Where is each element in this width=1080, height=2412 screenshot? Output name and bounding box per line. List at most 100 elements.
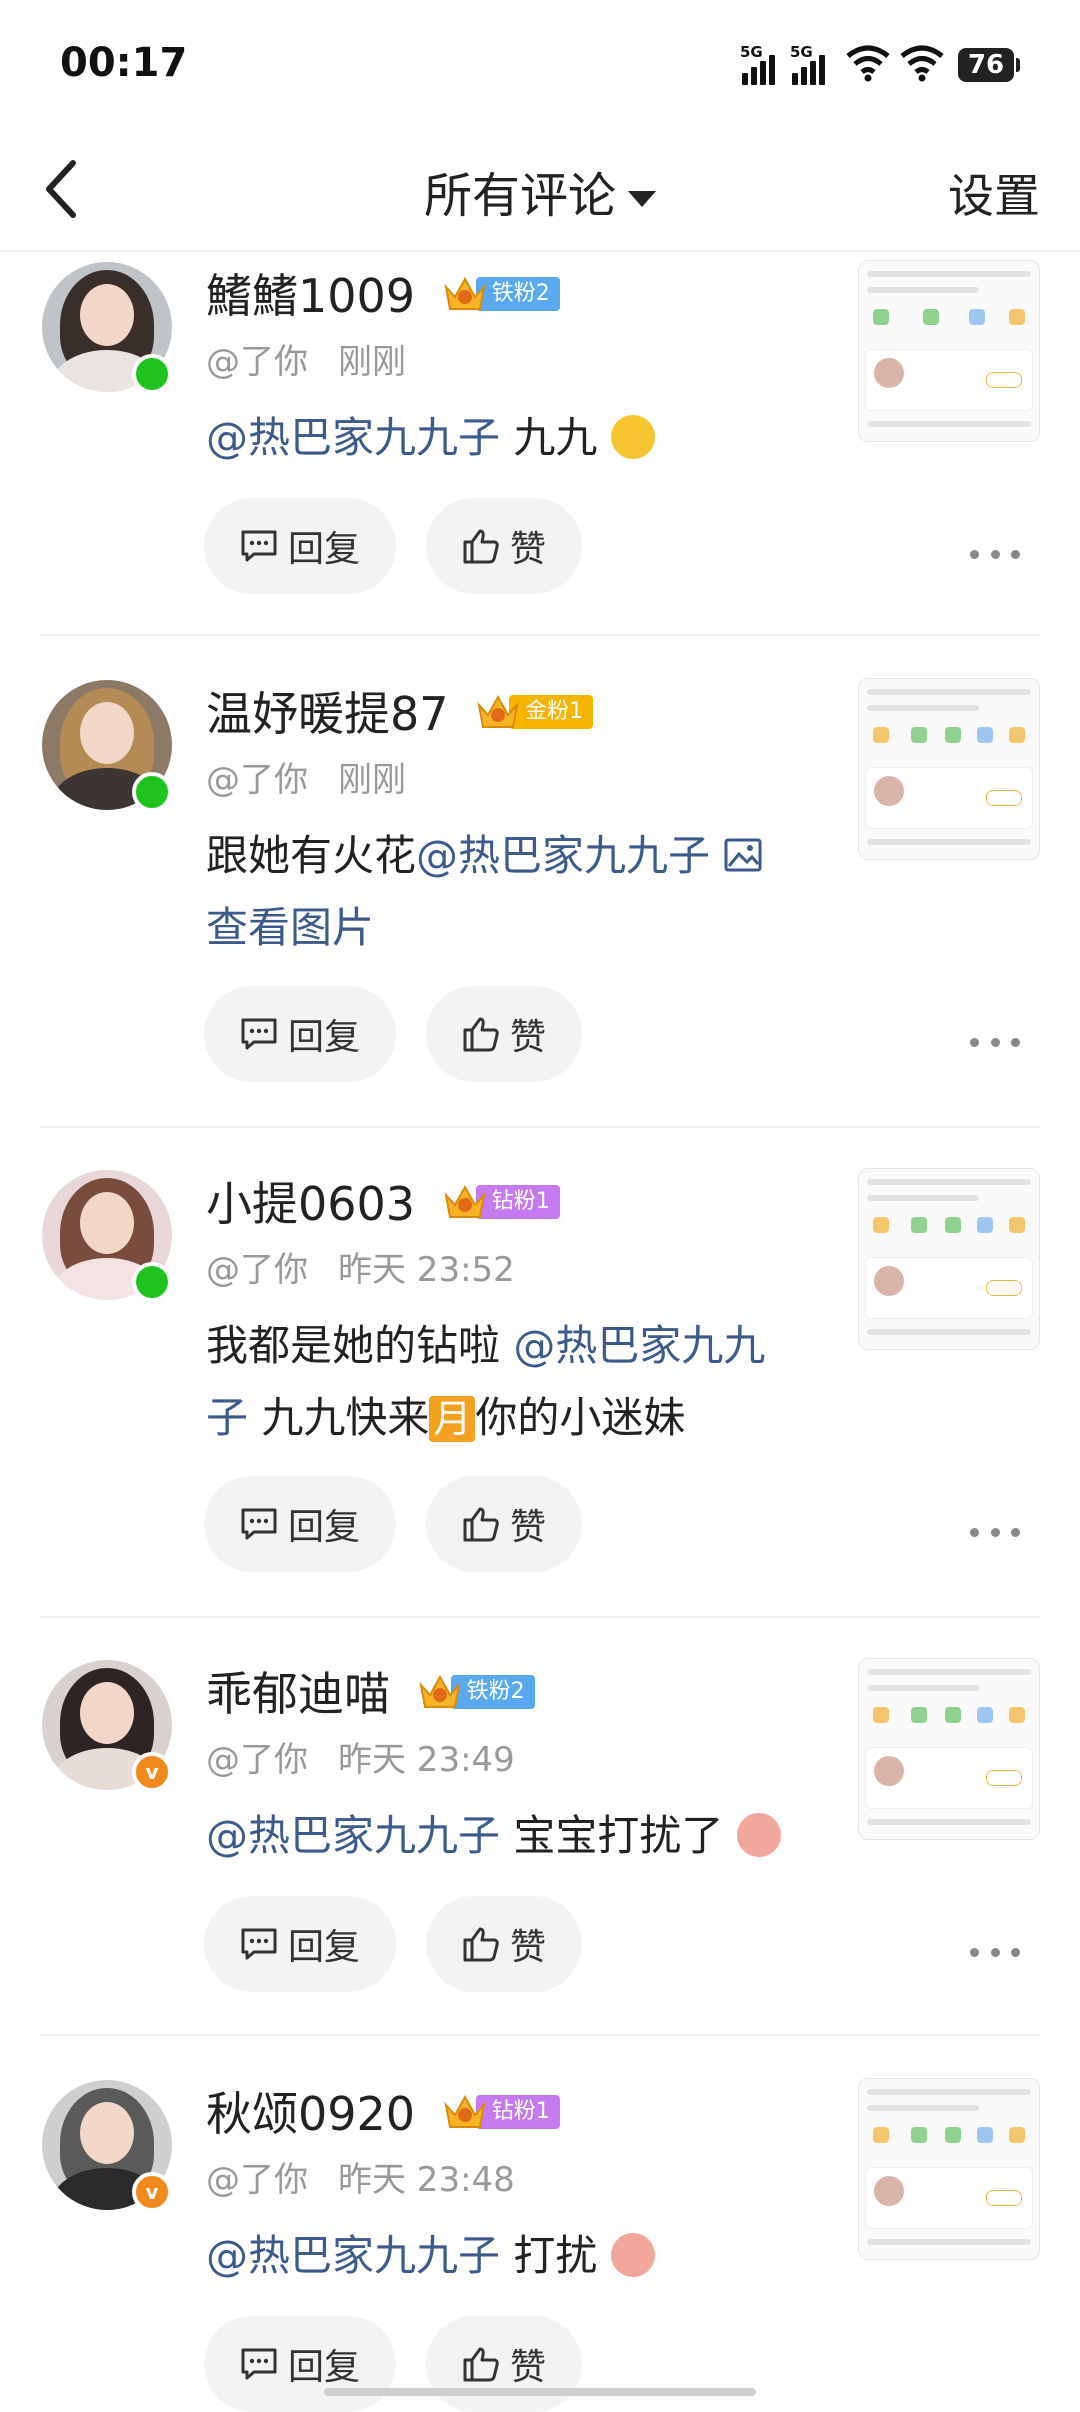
signal-label-2: 5G bbox=[790, 43, 813, 61]
crown-icon bbox=[444, 276, 486, 310]
reply-button[interactable]: 回复 bbox=[204, 986, 396, 1082]
comment-item: v 秋颂0920 钻粉1 @了你 昨天 23:48 @热巴家九九子 打扰 回复 赞 bbox=[0, 2070, 1080, 2412]
fan-level-label: 铁粉2 bbox=[450, 1674, 535, 1709]
comment-icon bbox=[241, 1018, 277, 1050]
caret-down-icon bbox=[628, 191, 656, 207]
comment-item: v 乖郁迪喵 铁粉2 @了你 昨天 23:49 @热巴家九九子 宝宝打扰了 回复 … bbox=[0, 1650, 1080, 2036]
fan-badge: 金粉1 bbox=[475, 693, 594, 731]
crown-icon bbox=[444, 1184, 486, 1218]
more-options-icon[interactable] bbox=[970, 1032, 1020, 1052]
like-button[interactable]: 赞 bbox=[426, 1896, 582, 1992]
status-time: 00:17 bbox=[60, 40, 188, 86]
fan-level-label: 钻粉1 bbox=[475, 1184, 560, 1219]
shy-emoji-icon bbox=[736, 1812, 781, 1857]
fan-badge: 钻粉1 bbox=[442, 2093, 560, 2131]
wifi-icon bbox=[846, 45, 890, 82]
comment-item: 鰭鰭1009 铁粉2 @了你 刚刚 @热巴家九九子 九九 回复 赞 bbox=[0, 252, 1080, 636]
mention-link[interactable]: @热巴家九九子 bbox=[206, 413, 500, 462]
comment-item: 温妤暖提87 金粉1 @了你 刚刚 跟她有火花@热巴家九九子 查看图片 回复 赞 bbox=[0, 670, 1080, 1128]
signal-label-1: 5G bbox=[740, 43, 763, 61]
username[interactable]: 乖郁迪喵 铁粉2 bbox=[206, 1658, 535, 1724]
online-status-icon bbox=[132, 1262, 172, 1302]
comment-meta: @了你 刚刚 bbox=[206, 334, 406, 383]
like-label: 赞 bbox=[509, 1927, 546, 1968]
more-options-icon[interactable] bbox=[970, 1942, 1020, 1962]
comment-body: 九九 bbox=[500, 413, 598, 462]
fan-level-label: 金粉1 bbox=[509, 694, 594, 729]
comment-item: 小提0603 钻粉1 @了你 昨天 23:52 我都是她的钻啦 @热巴家九九子 九… bbox=[0, 1160, 1080, 1618]
settings-button[interactable]: 设置 bbox=[948, 160, 1040, 226]
shy-emoji-icon bbox=[610, 2232, 655, 2277]
reply-button[interactable]: 回复 bbox=[204, 2316, 396, 2412]
thumbs-up-icon bbox=[463, 1507, 499, 1542]
comment-meta: @了你 昨天 23:52 bbox=[206, 1242, 515, 1291]
more-options-icon[interactable] bbox=[970, 1522, 1020, 1542]
mention-link-cont[interactable]: 子 bbox=[206, 1393, 248, 1442]
comment-body-3: 你的小迷妹 bbox=[475, 1393, 686, 1442]
reply-label: 回复 bbox=[287, 2347, 360, 2388]
thumbs-up-icon bbox=[463, 529, 499, 564]
verified-icon: v bbox=[132, 2172, 172, 2212]
fan-level-label: 钻粉1 bbox=[475, 2094, 560, 2129]
username-text: 鰭鰭1009 bbox=[206, 269, 416, 323]
mention-link[interactable]: @热巴家九九子 bbox=[206, 1811, 500, 1860]
fan-badge: 铁粉2 bbox=[442, 275, 560, 313]
signal-icon-2: 5G bbox=[790, 43, 830, 85]
status-bar: 00:17 5G 5G 76 bbox=[0, 0, 1080, 130]
like-button[interactable]: 赞 bbox=[426, 986, 582, 1082]
reply-button[interactable]: 回复 bbox=[204, 498, 396, 594]
reply-button[interactable]: 回复 bbox=[204, 1476, 396, 1572]
timestamp: 昨天 23:49 bbox=[338, 1740, 515, 1780]
fan-badge: 铁粉2 bbox=[417, 1673, 535, 1711]
page-title: 所有评论 bbox=[423, 168, 616, 224]
thumbnail-image[interactable] bbox=[858, 678, 1040, 860]
username-text: 乖郁迪喵 bbox=[206, 1667, 390, 1721]
fan-level-label: 铁粉2 bbox=[475, 276, 560, 311]
home-indicator[interactable] bbox=[324, 2388, 756, 2396]
view-image-label: 查看图片 bbox=[206, 903, 375, 952]
comment-icon bbox=[241, 1928, 277, 1960]
like-button[interactable]: 赞 bbox=[426, 2316, 582, 2412]
reply-button[interactable]: 回复 bbox=[204, 1896, 396, 1992]
like-button[interactable]: 赞 bbox=[426, 1476, 582, 1572]
comment-filter-dropdown[interactable]: 所有评论 bbox=[0, 156, 1080, 226]
comment-meta: @了你 昨天 23:49 bbox=[206, 1732, 515, 1781]
thumbnail-image[interactable] bbox=[858, 2078, 1040, 2260]
timestamp: 刚刚 bbox=[338, 342, 406, 382]
timestamp: 昨天 23:52 bbox=[338, 1250, 515, 1290]
thumbs-up-icon bbox=[463, 1927, 499, 1962]
thumbnail-image[interactable] bbox=[858, 1658, 1040, 1840]
like-button[interactable]: 赞 bbox=[426, 498, 582, 594]
thumbnail-image[interactable] bbox=[858, 1168, 1040, 1350]
battery-icon: 76 bbox=[958, 48, 1020, 82]
more-options-icon[interactable] bbox=[970, 544, 1020, 564]
reply-label: 回复 bbox=[287, 529, 360, 570]
username[interactable]: 温妤暖提87 金粉1 bbox=[206, 678, 594, 744]
online-status-icon bbox=[132, 354, 172, 394]
mention-link[interactable]: @热巴家九九 bbox=[513, 1321, 765, 1370]
comment-meta: @了你 昨天 23:48 bbox=[206, 2152, 515, 2201]
username[interactable]: 小提0603 钻粉1 bbox=[206, 1168, 560, 1234]
mention-link[interactable]: @热巴家九九子 bbox=[416, 831, 710, 880]
mention-link[interactable]: @热巴家九九子 bbox=[206, 2231, 500, 2280]
timestamp: 刚刚 bbox=[338, 760, 406, 800]
reply-label: 回复 bbox=[287, 1927, 360, 1968]
comment-meta: @了你 刚刚 bbox=[206, 752, 406, 801]
verified-icon: v bbox=[132, 1752, 172, 1792]
comment-icon bbox=[241, 530, 277, 562]
thumbnail-image[interactable] bbox=[858, 260, 1040, 442]
laughing-emoji-icon bbox=[610, 414, 655, 459]
username[interactable]: 秋颂0920 钻粉1 bbox=[206, 2078, 560, 2144]
mention-note: @了你 bbox=[206, 2160, 308, 2200]
comment-text: @热巴家九九子 打扰 bbox=[206, 2220, 826, 2292]
username[interactable]: 鰭鰭1009 铁粉2 bbox=[206, 260, 560, 326]
like-label: 赞 bbox=[509, 2347, 546, 2388]
wifi-icon-2 bbox=[900, 45, 944, 82]
thumbs-up-icon bbox=[463, 2347, 499, 2382]
online-status-icon bbox=[132, 772, 172, 812]
crown-icon bbox=[444, 2094, 486, 2128]
reply-label: 回复 bbox=[287, 1017, 360, 1058]
mention-note: @了你 bbox=[206, 1740, 308, 1780]
comment-body: 跟她有火花 bbox=[206, 831, 417, 880]
fan-badge: 钻粉1 bbox=[442, 1183, 560, 1221]
